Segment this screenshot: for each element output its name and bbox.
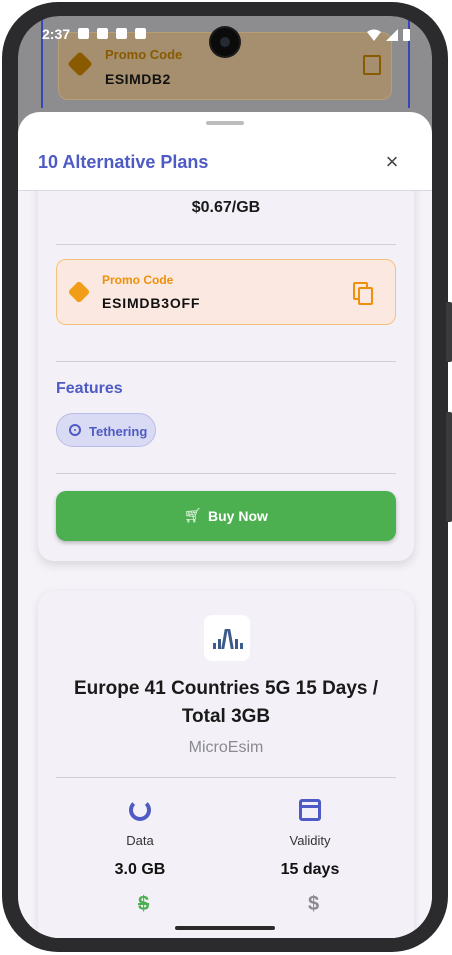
- divider: [56, 244, 396, 245]
- sheet-title: 10 Alternative Plans: [38, 152, 209, 172]
- notification-icon: [116, 28, 127, 39]
- buy-now-label: Buy Now: [208, 508, 268, 524]
- divider: [56, 361, 396, 362]
- provider-logo: [204, 615, 250, 661]
- calendar-icon: [299, 799, 321, 821]
- data-usage-icon: [129, 799, 151, 821]
- provider-name: MicroEsim: [188, 739, 264, 756]
- price-icon: $: [138, 893, 150, 915]
- phone-frame: Promo Code ESIMDB2 2:37 10 Alternative P…: [2, 2, 452, 952]
- cart-icon: 🛒︎: [184, 507, 202, 523]
- data-value: 3.0 GB: [114, 861, 166, 878]
- power-button: [446, 412, 452, 522]
- feature-label: Tethering: [89, 424, 148, 439]
- plans-list[interactable]: $0.67/GB Promo Code ESIMDB3OFF Features: [18, 191, 432, 938]
- gesture-nav-bar[interactable]: [175, 926, 275, 930]
- plan-title: Europe 41 Countries 5G 15 Days / Total 3…: [73, 678, 379, 727]
- screen: Promo Code ESIMDB2 2:37 10 Alternative P…: [18, 16, 432, 938]
- promo-code-box: Promo Code ESIMDB3OFF: [56, 259, 396, 325]
- plan-card: $0.67/GB Promo Code ESIMDB3OFF Features: [38, 191, 414, 561]
- copy-icon[interactable]: [353, 282, 373, 305]
- bottom-sheet: 10 Alternative Plans × $0.67/GB Promo Co…: [18, 112, 432, 938]
- plan-card[interactable]: Europe 41 Countries 5G 15 Days / Total 3…: [38, 591, 414, 938]
- dollar-icon: $: [308, 893, 320, 915]
- copy-icon: [363, 55, 381, 75]
- notification-icon: [97, 28, 108, 39]
- wifi-icon: [367, 29, 381, 41]
- tag-icon: [67, 51, 93, 77]
- background-promo-code: ESIMDB2: [105, 71, 171, 87]
- tag-icon: [67, 280, 91, 304]
- front-camera: [211, 28, 239, 56]
- notification-icons: [78, 28, 146, 39]
- status-icons: [367, 28, 410, 41]
- validity-value: 15 days: [280, 861, 340, 878]
- divider: [56, 473, 396, 474]
- buy-now-button[interactable]: 🛒︎ Buy Now: [56, 491, 396, 541]
- promo-label: Promo Code: [102, 273, 174, 287]
- data-label: Data: [126, 833, 154, 848]
- features-title: Features: [56, 380, 123, 397]
- notification-icon: [135, 28, 146, 39]
- drag-handle[interactable]: [206, 121, 244, 125]
- status-time: 2:37: [42, 26, 71, 42]
- close-icon[interactable]: ×: [380, 150, 404, 174]
- validity-label: Validity: [289, 833, 331, 848]
- signal-icon: [386, 28, 398, 41]
- phone-bezel: Promo Code ESIMDB2 2:37 10 Alternative P…: [18, 16, 432, 938]
- feature-chip-tethering[interactable]: Tethering: [56, 413, 156, 447]
- volume-button: [446, 302, 452, 362]
- divider: [56, 777, 396, 778]
- notification-icon: [78, 28, 89, 39]
- hotspot-icon: [69, 424, 81, 436]
- battery-icon: [403, 29, 410, 41]
- price-per-gb: $0.67/GB: [191, 199, 261, 216]
- promo-code: ESIMDB3OFF: [102, 295, 201, 311]
